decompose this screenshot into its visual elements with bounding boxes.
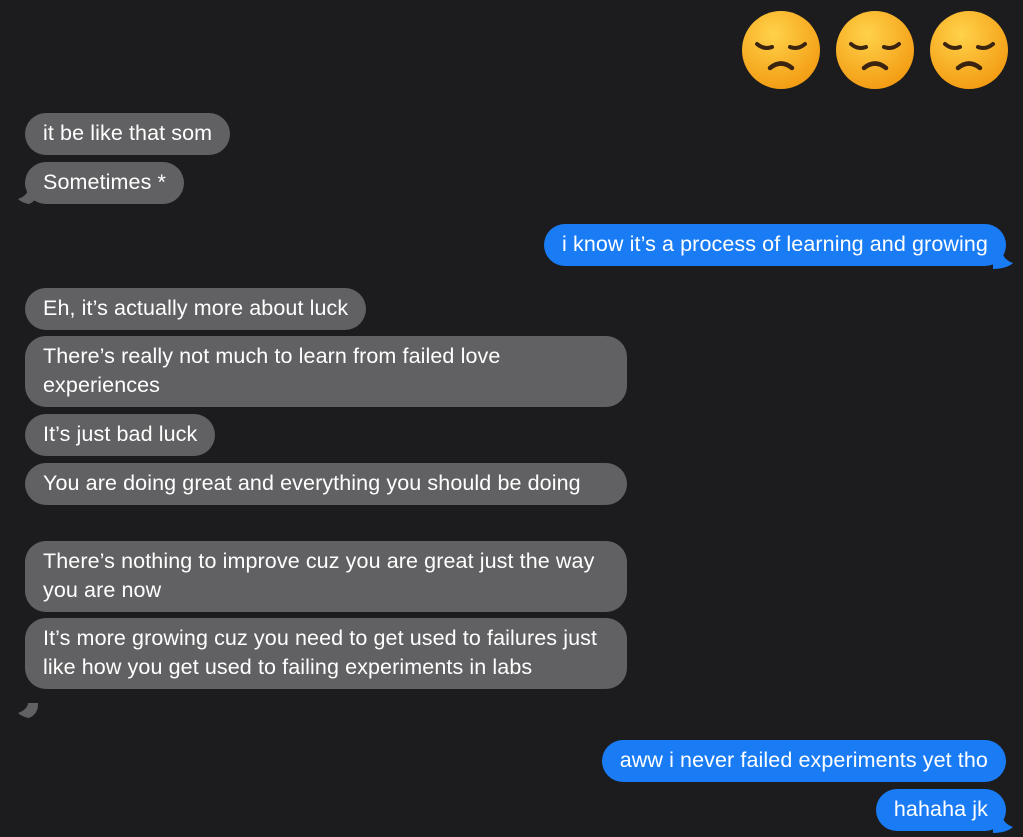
received-message-bubble[interactable]: Eh, it’s actually more about luck: [25, 288, 367, 330]
emoji-message[interactable]: [741, 10, 1009, 90]
message-text: it be like that som: [43, 121, 213, 145]
sent-message-bubble[interactable]: aww i never failed experiments yet tho: [601, 740, 1006, 782]
bubble-tail: [18, 703, 38, 719]
sent-message-bubble[interactable]: i know it’s a process of learning and gr…: [544, 224, 1006, 266]
message-text: There’s nothing to improve cuz you are g…: [43, 549, 595, 602]
bubble-tail: [18, 189, 38, 205]
received-message-bubble[interactable]: It’s more growing cuz you need to get us…: [25, 618, 627, 689]
received-message-bubble[interactable]: It’s just bad luck: [25, 414, 216, 456]
message-text: There’s really not much to learn from fa…: [43, 344, 501, 397]
message-text: It’s more growing cuz you need to get us…: [43, 626, 598, 679]
message-text: hahaha jk: [893, 797, 988, 821]
received-message-bubble[interactable]: You are doing great and everything you s…: [25, 463, 627, 505]
received-message-bubble[interactable]: There’s nothing to improve cuz you are g…: [25, 541, 627, 612]
message-text: Eh, it’s actually more about luck: [43, 296, 349, 320]
message-text: aww i never failed experiments yet tho: [619, 748, 988, 772]
received-message-bubble[interactable]: Sometimes *: [25, 162, 184, 204]
message-text: Sometimes *: [43, 170, 166, 194]
disappointed-face-emoji: [742, 11, 820, 89]
received-message-bubble[interactable]: There’s really not much to learn from fa…: [25, 336, 627, 407]
bubble-tail: [993, 817, 1013, 833]
message-text: It’s just bad luck: [43, 422, 198, 446]
message-text: i know it’s a process of learning and gr…: [562, 232, 988, 256]
disappointed-face-emoji: [930, 11, 1008, 89]
sent-message-bubble[interactable]: hahaha jk: [875, 789, 1006, 831]
disappointed-face-emoji: [836, 11, 914, 89]
bubble-tail: [993, 253, 1013, 269]
message-text: You are doing great and everything you s…: [43, 471, 581, 495]
received-message-bubble[interactable]: it be like that som: [25, 113, 231, 155]
message-thread: it be like that som Sometimes * i know i…: [0, 0, 1023, 837]
